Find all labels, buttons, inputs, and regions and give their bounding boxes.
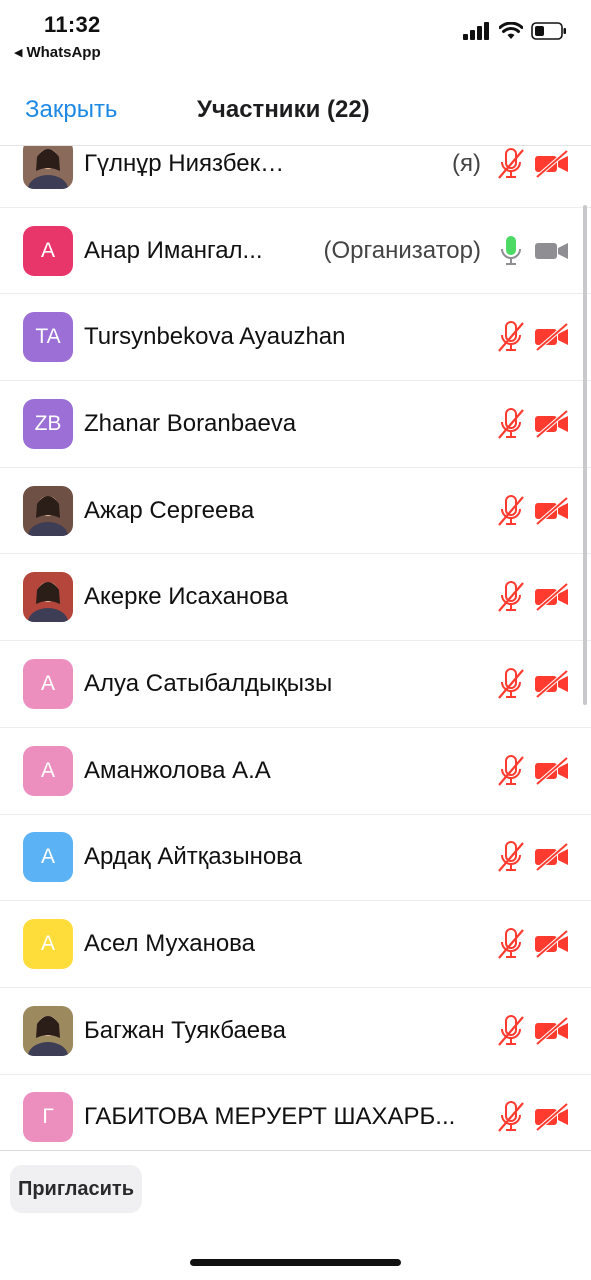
participant-name: Аманжолова А.А — [84, 756, 271, 784]
participant-name: Анар Имангал... — [84, 236, 263, 264]
participants-list[interactable]: Гүлнұр Ниязбекқызы 5"г"... (я) A Анар Иманг… — [0, 146, 591, 1150]
video-camera-off-icon[interactable] — [534, 1016, 570, 1046]
video-camera-off-icon[interactable] — [534, 1102, 570, 1132]
video-camera-off-icon[interactable] — [534, 756, 570, 786]
avatar: A — [23, 745, 73, 796]
participant-row[interactable]: A Аманжолова А.А — [0, 728, 591, 815]
battery-icon — [531, 22, 566, 40]
participant-name: Асел Муханова — [84, 930, 255, 958]
participant-row[interactable]: Г ГАБИТОВА МЕРУЕРТ ШАХАРБ... — [0, 1075, 591, 1150]
participant-name: Ардақ Айтқазынова — [84, 843, 302, 871]
microphone-muted-icon[interactable] — [496, 667, 526, 701]
page-title: Участники (22) — [197, 96, 370, 123]
avatar-photo — [23, 572, 73, 623]
participant-name: Алуа Сатыбалдықызы — [84, 669, 333, 697]
signal-icon — [463, 22, 489, 40]
invite-button[interactable]: Пригласить — [10, 1165, 142, 1213]
video-camera-off-icon[interactable] — [534, 149, 570, 179]
participant-name: Ажар Сергеева — [84, 496, 255, 524]
participant-name: Акерке Исаханова — [84, 583, 289, 611]
avatar-photo — [23, 1005, 73, 1056]
back-arrow-icon: ◀ — [14, 47, 23, 59]
microphone-muted-icon[interactable] — [496, 580, 526, 614]
avatar-photo — [23, 146, 73, 189]
participants-list-inner: Гүлнұр Ниязбекқызы 5"г"... (я) A Анар Иманг… — [0, 146, 591, 1150]
participant-row[interactable]: A Ардақ Айтқазынова — [0, 815, 591, 902]
participant-name: Tursynbekova Ayauzhan — [84, 323, 346, 351]
avatar: TA — [23, 312, 73, 363]
microphone-icon[interactable] — [496, 234, 526, 268]
video-camera-off-icon[interactable] — [534, 322, 570, 352]
participant-role: (я) — [452, 149, 481, 177]
video-camera-off-icon[interactable] — [534, 929, 570, 959]
video-camera-off-icon[interactable] — [534, 669, 570, 699]
participant-row[interactable]: Акерке Исаханова — [0, 554, 591, 642]
video-camera-off-icon[interactable] — [534, 582, 570, 612]
back-to-app-link[interactable]: ◀ WhatsApp — [14, 44, 101, 61]
video-camera-off-icon[interactable] — [534, 409, 570, 439]
participant-row[interactable]: A Анар Имангал... (Организатор) — [0, 208, 591, 295]
participant-name: Гүлнұр Ниязбекқызы 5"г"... — [84, 149, 289, 177]
participant-row[interactable]: Багжан Туякбаева — [0, 988, 591, 1075]
avatar: A — [23, 832, 73, 883]
status-icons — [463, 22, 567, 40]
microphone-muted-icon[interactable] — [496, 494, 526, 528]
avatar: A — [23, 658, 73, 709]
participant-name: Багжан Туякбаева — [84, 1016, 286, 1044]
microphone-muted-icon[interactable] — [496, 1014, 526, 1048]
microphone-muted-icon[interactable] — [496, 840, 526, 874]
participant-row[interactable]: A Алуа Сатыбалдықызы — [0, 641, 591, 728]
participant-name: Zhanar Boranbaeva — [84, 409, 297, 437]
close-button[interactable]: Закрыть — [25, 96, 117, 124]
microphone-muted-icon[interactable] — [496, 1100, 526, 1134]
video-camera-off-icon[interactable] — [534, 842, 570, 872]
participant-row[interactable]: ZB Zhanar Boranbaeva — [0, 381, 591, 468]
video-camera-icon[interactable] — [534, 236, 570, 266]
microphone-muted-icon[interactable] — [496, 927, 526, 961]
wifi-icon — [499, 22, 523, 39]
avatar-photo — [23, 485, 73, 536]
video-camera-off-icon[interactable] — [534, 496, 570, 526]
home-indicator — [190, 1259, 401, 1266]
microphone-muted-icon[interactable] — [496, 407, 526, 441]
back-app-label: WhatsApp — [26, 44, 101, 61]
scrollbar[interactable] — [583, 205, 587, 705]
microphone-muted-icon[interactable] — [496, 320, 526, 354]
bottom-toolbar: Пригласить — [0, 1150, 591, 1280]
participant-row[interactable]: TA Tursynbekova Ayauzhan — [0, 294, 591, 382]
participant-name: ГАБИТОВА МЕРУЕРТ ШАХАРБ... — [84, 1103, 456, 1131]
microphone-muted-icon[interactable] — [496, 147, 526, 181]
participant-role: (Организатор) — [323, 236, 481, 264]
participant-row[interactable]: Гүлнұр Ниязбекқызы 5"г"... (я) — [0, 146, 591, 208]
microphone-muted-icon[interactable] — [496, 754, 526, 788]
avatar: A — [23, 919, 73, 970]
nav-bar: Закрыть Участники (22) — [0, 70, 591, 146]
avatar: ZB — [23, 398, 73, 449]
avatar: A — [23, 225, 73, 276]
participant-row[interactable]: Ажар Сергеева — [0, 468, 591, 555]
status-bar: 11:32 ◀ WhatsApp — [0, 0, 591, 70]
status-time: 11:32 — [44, 12, 101, 37]
avatar: Г — [23, 1092, 73, 1143]
participant-row[interactable]: A Асел Муханова — [0, 901, 591, 988]
